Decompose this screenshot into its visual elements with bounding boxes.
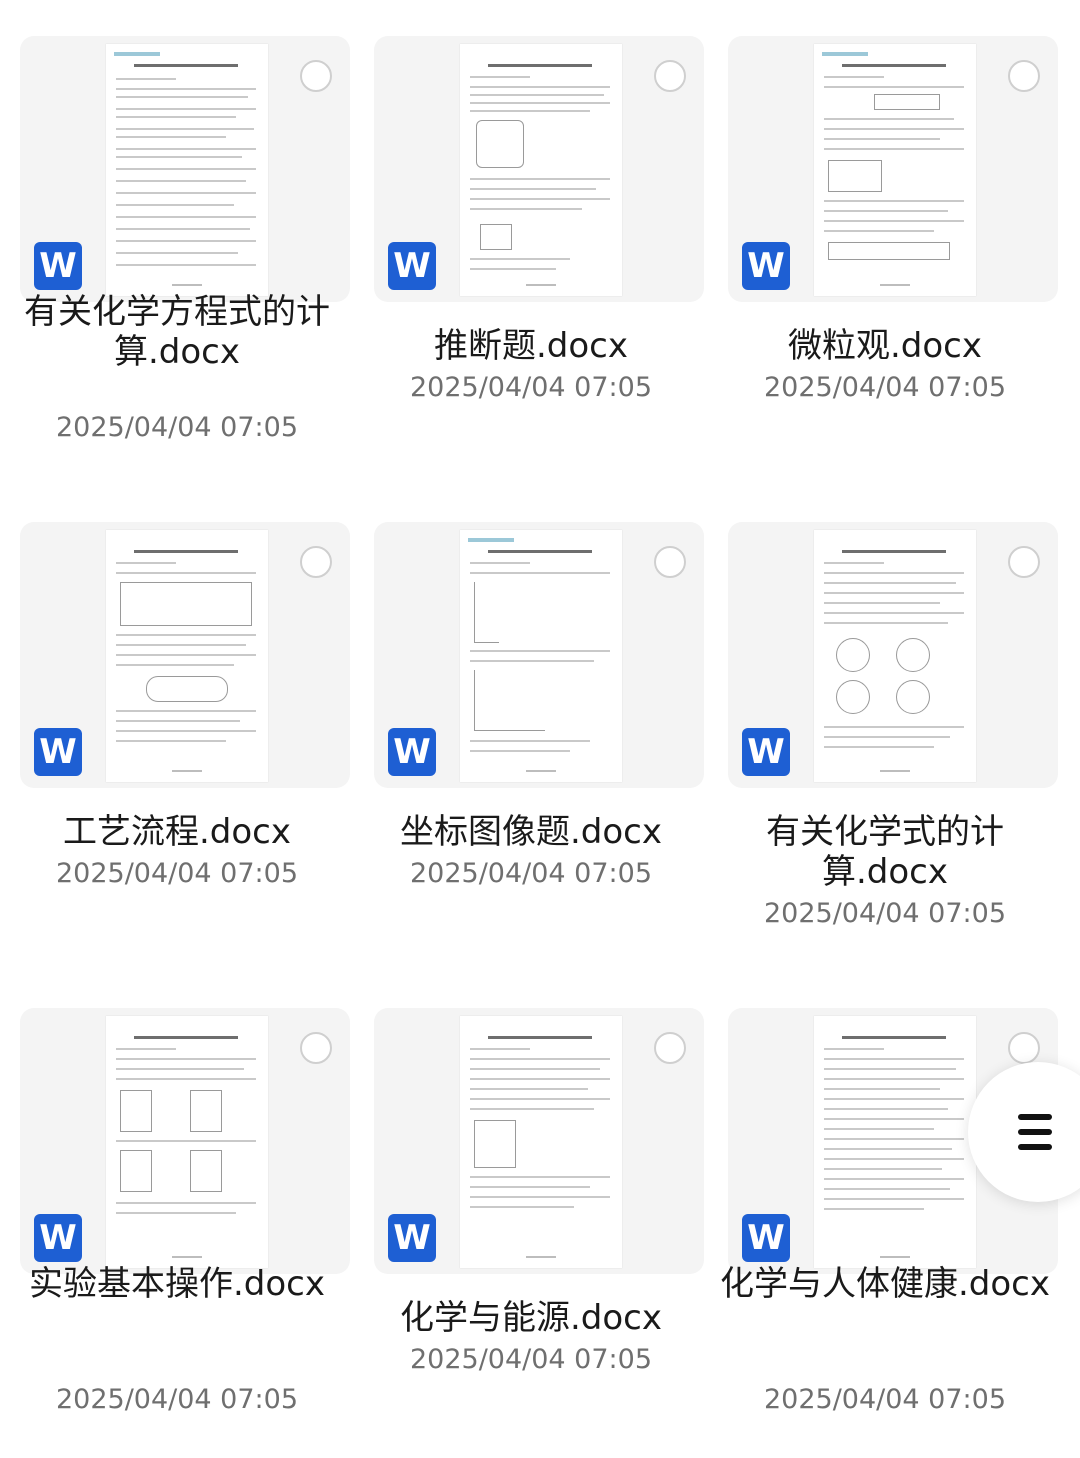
document-preview bbox=[460, 44, 622, 296]
word-icon: W bbox=[34, 242, 82, 290]
file-item[interactable]: W 有关化学方程式的计算.docx 2025/04/04 07:05 bbox=[0, 0, 354, 486]
file-name[interactable]: 实验基本操作.docx bbox=[10, 1264, 344, 1304]
document-preview bbox=[814, 44, 976, 296]
file-date: 2025/04/04 07:05 bbox=[763, 1384, 1006, 1415]
select-radio[interactable] bbox=[654, 546, 686, 578]
file-thumbnail-card[interactable]: W bbox=[728, 522, 1058, 788]
file-grid: W 有关化学方程式的计算.docx 2025/04/04 07:05 W 推断题… bbox=[0, 0, 1080, 1438]
select-radio[interactable] bbox=[300, 60, 332, 92]
select-radio[interactable] bbox=[654, 60, 686, 92]
file-item[interactable]: W 坐标图像题.docx 2025/04/04 07:05 bbox=[354, 486, 708, 972]
file-date: 2025/04/04 07:05 bbox=[409, 372, 652, 403]
file-date: 2025/04/04 07:05 bbox=[409, 1344, 652, 1375]
file-name[interactable]: 有关化学方程式的计算.docx bbox=[10, 292, 344, 372]
file-thumbnail-card[interactable]: W bbox=[728, 36, 1058, 302]
word-icon: W bbox=[742, 242, 790, 290]
document-preview bbox=[814, 1016, 976, 1268]
word-icon: W bbox=[742, 1214, 790, 1262]
file-thumbnail-card[interactable]: W bbox=[374, 36, 704, 302]
file-date: 2025/04/04 07:05 bbox=[409, 858, 652, 889]
file-date: 2025/04/04 07:05 bbox=[763, 898, 1006, 929]
document-preview bbox=[106, 530, 268, 782]
file-item[interactable]: W 推断题.docx 2025/04/04 07:05 bbox=[354, 0, 708, 486]
document-preview bbox=[106, 44, 268, 296]
document-preview bbox=[460, 1016, 622, 1268]
file-thumbnail-card[interactable]: W bbox=[20, 1008, 350, 1274]
word-icon: W bbox=[388, 242, 436, 290]
select-radio[interactable] bbox=[1008, 1032, 1040, 1064]
file-date: 2025/04/04 07:05 bbox=[55, 412, 298, 443]
select-radio[interactable] bbox=[1008, 546, 1040, 578]
file-item[interactable]: W 微粒观.docx 2025/04/04 07:05 bbox=[708, 0, 1062, 486]
select-radio[interactable] bbox=[654, 1032, 686, 1064]
file-thumbnail-card[interactable]: W bbox=[20, 36, 350, 302]
file-name[interactable]: 化学与人体健康.docx bbox=[718, 1264, 1052, 1304]
file-date: 2025/04/04 07:05 bbox=[55, 1384, 298, 1415]
file-item[interactable]: W 化学与人体健康.docx 2025/04/04 07:05 bbox=[708, 972, 1062, 1458]
document-preview bbox=[814, 530, 976, 782]
file-name[interactable]: 化学与能源.docx bbox=[364, 1298, 698, 1338]
word-icon: W bbox=[742, 728, 790, 776]
word-icon: W bbox=[34, 728, 82, 776]
file-item[interactable]: W 有关化学式的计算.docx 2025/04/04 07:05 bbox=[708, 486, 1062, 972]
file-item[interactable]: W 化学与能源.docx 2025/04/04 07:05 bbox=[354, 972, 708, 1458]
word-icon: W bbox=[388, 1214, 436, 1262]
file-thumbnail-card[interactable]: W bbox=[374, 522, 704, 788]
document-preview bbox=[106, 1016, 268, 1268]
file-name[interactable]: 工艺流程.docx bbox=[10, 812, 344, 852]
file-thumbnail-card[interactable]: W bbox=[20, 522, 350, 788]
file-date: 2025/04/04 07:05 bbox=[55, 858, 298, 889]
file-name[interactable]: 推断题.docx bbox=[364, 326, 698, 366]
select-radio[interactable] bbox=[1008, 60, 1040, 92]
select-radio[interactable] bbox=[300, 546, 332, 578]
file-name[interactable]: 微粒观.docx bbox=[718, 326, 1052, 366]
file-item[interactable]: W 实验基本操作.docx 2025/04/04 07:05 bbox=[0, 972, 354, 1458]
word-icon: W bbox=[34, 1214, 82, 1262]
select-radio[interactable] bbox=[300, 1032, 332, 1064]
file-item[interactable]: W 工艺流程.docx 2025/04/04 07:05 bbox=[0, 486, 354, 972]
document-preview bbox=[460, 530, 622, 782]
file-date: 2025/04/04 07:05 bbox=[763, 372, 1006, 403]
file-name[interactable]: 有关化学式的计算.docx bbox=[718, 812, 1052, 892]
file-thumbnail-card[interactable]: W bbox=[374, 1008, 704, 1274]
file-name[interactable]: 坐标图像题.docx bbox=[364, 812, 698, 852]
word-icon: W bbox=[388, 728, 436, 776]
